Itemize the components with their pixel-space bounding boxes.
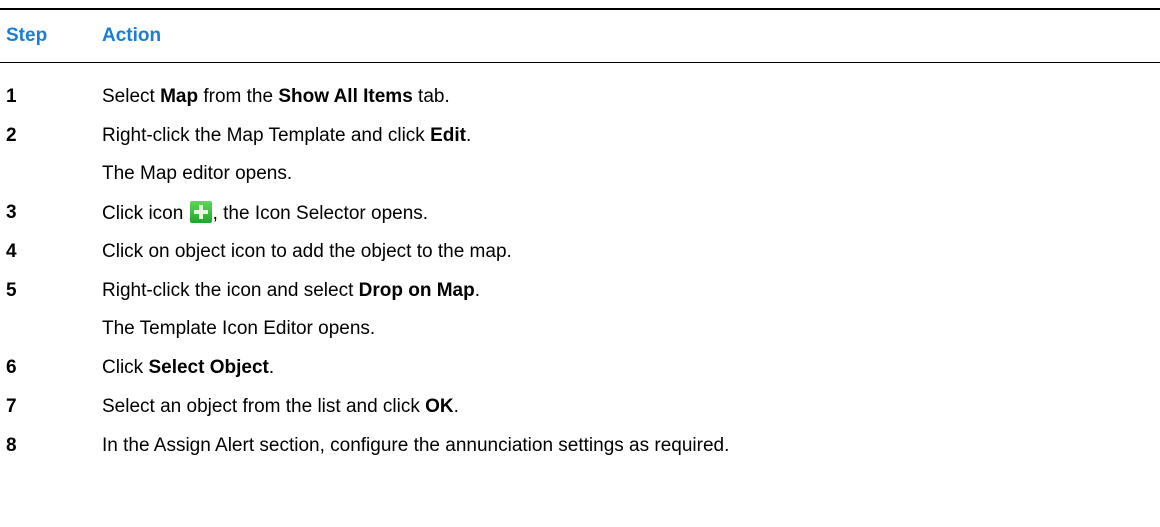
action-text: tab. [412, 85, 450, 107]
step-action: Click icon , the Icon Selector opens. [102, 200, 1160, 225]
table-row-note: The Map editor opens. [0, 155, 1160, 193]
step-action: In the Assign Alert section, configure t… [102, 434, 730, 456]
step-action-table: Step Action 1 Select Map from the Show A… [0, 8, 1160, 465]
step-number: 1 [6, 85, 17, 107]
action-bold: Select Object [148, 356, 269, 378]
action-bold: Map [160, 85, 199, 107]
step-note: The Map editor opens. [102, 163, 293, 184]
header-step: Step [6, 25, 48, 46]
step-number: 2 [6, 124, 17, 146]
action-text: from the [198, 85, 279, 107]
action-text: . [474, 279, 481, 301]
step-number: 6 [6, 356, 17, 378]
table-row-step-8: 8 In the Assign Alert section, configure… [0, 426, 1160, 465]
table-row-step-4: 4 Click on object icon to add the object… [0, 232, 1160, 271]
table-row-step-7: 7 Select an object from the list and cli… [0, 387, 1160, 426]
step-number: 4 [6, 240, 17, 262]
step-number: 5 [6, 279, 17, 301]
table-row-step-3: 3 Click icon , the Icon Selector opens. [0, 193, 1160, 232]
action-text: Right-click the Map Template and click [102, 124, 431, 146]
step-action: Select an object from the list and click… [102, 396, 1160, 418]
action-bold: Edit [430, 124, 466, 146]
action-text: Click [102, 356, 149, 378]
table-header-row: Step Action [0, 10, 1160, 62]
step-action: Right-click the Map Template and click E… [102, 125, 1160, 147]
action-text: Select an object from the list and click [102, 395, 426, 417]
header-action: Action [102, 25, 162, 46]
action-text: . [268, 356, 275, 378]
action-bold: Show All Items [278, 85, 413, 107]
table-body: 1 Select Map from the Show All Items tab… [0, 63, 1160, 465]
step-action: Right-click the icon and select Drop on … [102, 280, 1160, 302]
action-text: Select [102, 85, 161, 107]
table-row-step-6: 6 Click Select Object. [0, 348, 1160, 387]
table-row-step-2: 2 Right-click the Map Template and click… [0, 116, 1160, 155]
step-number: 3 [6, 201, 17, 223]
step-note: The Template Icon Editor opens. [102, 318, 376, 339]
step-number: 8 [6, 434, 17, 456]
green-plus-icon [189, 200, 212, 223]
table-row-step-1: 1 Select Map from the Show All Items tab… [0, 77, 1160, 116]
action-text: . [465, 124, 472, 146]
table-row-note: The Template Icon Editor opens. [0, 310, 1160, 348]
action-text: Click icon [102, 202, 189, 224]
step-action: Click Select Object. [102, 357, 1160, 379]
action-bold: Drop on Map [358, 279, 475, 301]
step-action: Click on object icon to add the object t… [102, 240, 512, 262]
action-text: , the Icon Selector opens. [212, 202, 429, 224]
action-text: . [453, 395, 459, 417]
action-text: Right-click the icon and select [102, 279, 359, 301]
table-row-step-5: 5 Right-click the icon and select Drop o… [0, 271, 1160, 310]
step-action: Select Map from the Show All Items tab. [102, 86, 1160, 108]
step-number: 7 [6, 395, 17, 417]
action-bold: OK [425, 395, 454, 417]
